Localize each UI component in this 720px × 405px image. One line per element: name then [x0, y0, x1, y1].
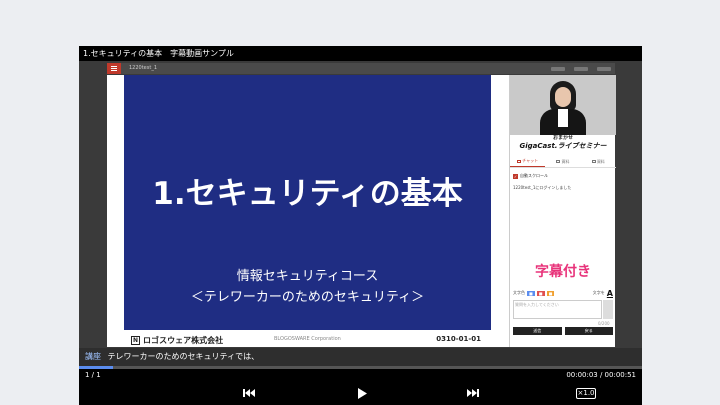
- speed-button[interactable]: ×1.0: [576, 388, 596, 399]
- video-player: 1.セキュリティの基本 字幕動画サンプル 1220test_1 1.セキュリティ…: [79, 46, 642, 405]
- seminar-panel: おまかせ GigaCast.ライブセミナー チャット 資料 資料 ✓ 自動スクロ…: [509, 75, 616, 347]
- back-button[interactable]: 戻る: [564, 327, 613, 335]
- company-name: ロゴスウェア株式会社: [143, 336, 224, 345]
- font-size-label: 文字を: [592, 290, 605, 295]
- presentation-screen: 1220test_1 1.セキュリティの基本 情報セキュリティコース ＜テレワー…: [79, 61, 642, 348]
- color-button-blue[interactable]: ■: [527, 290, 535, 296]
- chat-icon: [517, 159, 522, 163]
- company-logo: N ロゴスウェア株式会社: [131, 335, 223, 346]
- slide-subtitle: 情報セキュリティコース: [236, 269, 379, 284]
- auto-scroll-toggle[interactable]: ✓ 自動スクロール: [513, 173, 548, 179]
- tab-documents-2[interactable]: 資料: [581, 156, 616, 167]
- company-name-en: BLOGOSWARE Corporation: [274, 336, 341, 342]
- color-button-red[interactable]: ■: [536, 290, 545, 296]
- slide-title: 1.セキュリティの基本: [152, 176, 463, 212]
- toolbar-icons: [551, 63, 611, 74]
- slide-footer: N ロゴスウェア株式会社 BLOGOSWARE Corporation 0310…: [124, 333, 491, 346]
- send-row: 送信 戻る: [513, 327, 613, 335]
- comment-input[interactable]: 質問を入力してください: [513, 300, 602, 319]
- slide: 1.セキュリティの基本 情報セキュリティコース ＜テレワーカーのためのセキュリテ…: [124, 75, 491, 330]
- comment-scrollbar[interactable]: [603, 300, 613, 319]
- toolbar-icon[interactable]: [597, 66, 611, 71]
- slide-subtitle-2: ＜テレワーカーのためのセキュリティ＞: [190, 290, 425, 305]
- slide-code: 0310-01-01: [436, 335, 481, 343]
- text-style-row: 文字色 ■ ■ ■ 文字を A: [513, 289, 613, 298]
- chat-message: 1220test_1にログインしました: [513, 185, 572, 190]
- toolbar-icon[interactable]: [551, 66, 565, 71]
- color-button-orange[interactable]: ■: [546, 290, 555, 296]
- status-row: 1 / 1 00:00:03 / 00:00:51: [79, 369, 642, 381]
- send-button[interactable]: 送信: [513, 327, 562, 335]
- session-id: 1220test_1: [129, 65, 158, 71]
- checkbox-icon: ✓: [513, 173, 518, 179]
- app-toolbar: 1220test_1: [107, 63, 615, 74]
- tab-chat[interactable]: チャット: [510, 156, 546, 167]
- menu-icon[interactable]: [107, 63, 121, 74]
- time-display: 00:00:03 / 00:00:51: [566, 371, 636, 379]
- logo-mark-icon: N: [131, 336, 140, 345]
- page-count: 1 / 1: [85, 371, 101, 379]
- skip-next-icon[interactable]: [465, 385, 481, 401]
- toolbar-icon[interactable]: [574, 66, 588, 71]
- caption-speaker: 講座: [85, 352, 101, 361]
- font-size-icon[interactable]: A: [607, 289, 613, 298]
- skip-previous-icon[interactable]: [241, 385, 257, 401]
- brand-logo: おまかせ GigaCast.ライブセミナー: [510, 135, 616, 153]
- char-counter: 0/200: [598, 321, 610, 326]
- document-icon: [591, 160, 596, 163]
- panel-tabs: チャット 資料 資料: [510, 156, 616, 168]
- slide-area: 1.セキュリティの基本 情報セキュリティコース ＜テレワーカーのためのセキュリテ…: [107, 75, 509, 347]
- tab-documents[interactable]: 資料: [545, 156, 580, 167]
- caption-bar: 講座 テレワーカーのためのセキュリティでは、: [79, 348, 642, 366]
- caption-badge: 字幕付き: [535, 264, 591, 280]
- color-label: 文字色: [513, 290, 525, 295]
- caption-text: テレワーカーのためのセキュリティでは、: [107, 352, 260, 361]
- document-icon: [556, 160, 561, 163]
- play-icon[interactable]: [355, 385, 369, 401]
- presenter-video: [510, 75, 616, 135]
- player-title: 1.セキュリティの基本 字幕動画サンプル: [79, 46, 642, 61]
- brand-main: GigaCast.ライブセミナー: [519, 142, 607, 150]
- brand-small: おまかせ: [552, 135, 573, 141]
- playback-controls: ×1.0: [79, 381, 642, 405]
